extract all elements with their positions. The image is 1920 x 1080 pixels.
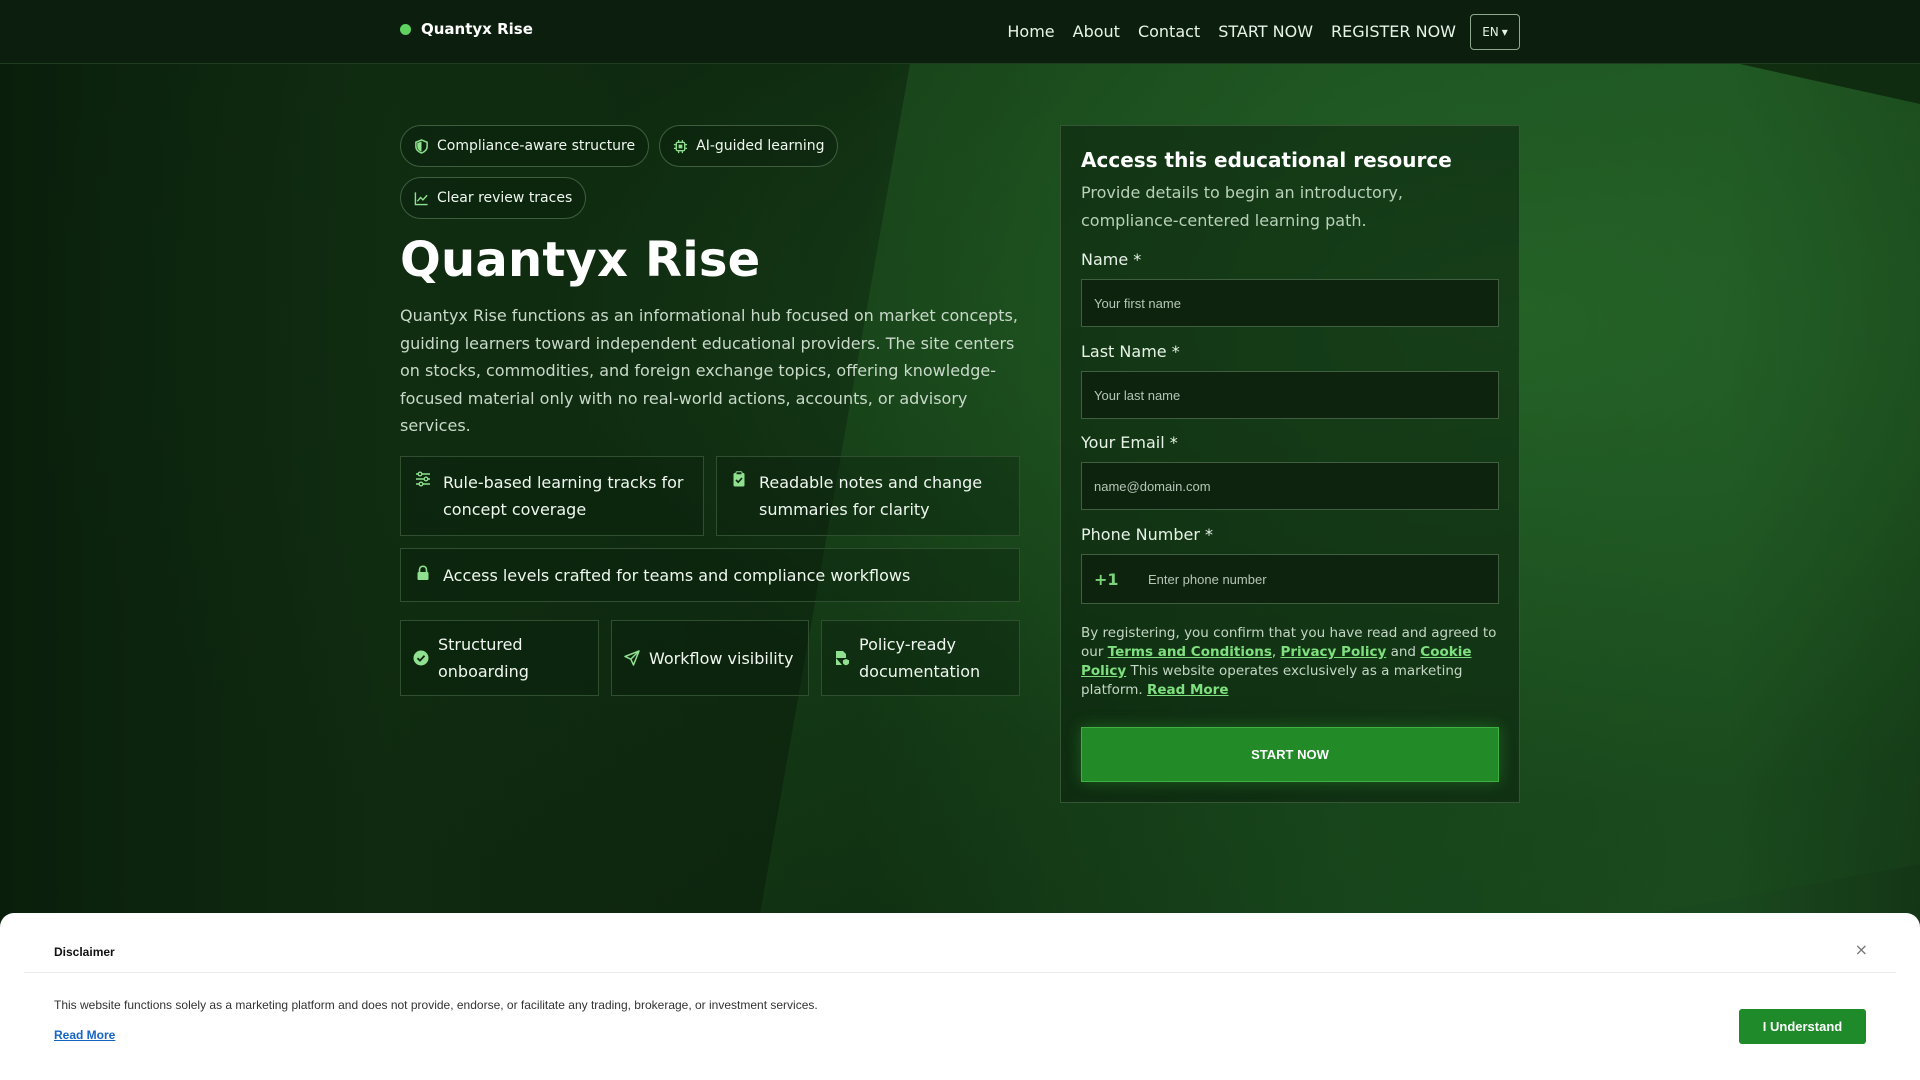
chip-ai: AI-guided learning	[659, 125, 839, 167]
caret-down-icon: ▾	[1501, 25, 1508, 39]
feature-learning-tracks: Rule-based learning tracks for concept c…	[400, 456, 704, 536]
hero-title: Quantyx Rise	[400, 232, 761, 288]
last-name-input[interactable]	[1081, 371, 1499, 419]
phone-field: +1	[1081, 554, 1499, 604]
disclaimer-read-more-link[interactable]: Read More	[54, 1028, 115, 1042]
feature-text: Structured onboarding	[438, 635, 529, 681]
nav-home[interactable]: Home	[1007, 15, 1054, 49]
nav-start-now[interactable]: START NOW	[1218, 15, 1313, 49]
disclaimer-divider	[24, 972, 1896, 973]
sliders-icon	[416, 471, 430, 487]
terms-link[interactable]: Terms and Conditions	[1108, 644, 1272, 660]
feature-readable-notes: Readable notes and change summaries for …	[716, 456, 1020, 536]
top-navigation-bar: Quantyx Rise Home About Contact START NO…	[0, 0, 1920, 64]
feature-text: Rule-based learning tracks for concept c…	[443, 473, 684, 519]
start-now-button[interactable]: START NOW	[1081, 727, 1499, 782]
chip-compliance: Compliance-aware structure	[400, 125, 650, 167]
first-name-input[interactable]	[1081, 279, 1499, 327]
first-name-label: Name *	[1081, 250, 1142, 269]
nav-about[interactable]: About	[1073, 15, 1120, 49]
brand-logo[interactable]: Quantyx Rise	[400, 20, 533, 38]
consent-text: By registering, you confirm that you hav…	[1081, 625, 1497, 698]
feature-access-levels: Access levels crafted for teams and comp…	[400, 548, 1020, 602]
form-subtitle: Provide details to begin an introductory…	[1081, 183, 1403, 230]
feature-policy-documentation: Policy-ready documentation	[821, 620, 1020, 696]
line-chart-icon	[414, 191, 428, 205]
email-label: Your Email *	[1081, 433, 1178, 452]
lock-icon	[417, 565, 429, 580]
check-circle-icon	[413, 650, 429, 666]
disclaimer-title: Disclaimer	[54, 945, 115, 959]
chip-review: Clear review traces	[400, 177, 587, 219]
phone-input[interactable]	[1148, 555, 1498, 603]
document-shield-icon	[836, 651, 850, 666]
disclaimer-banner: Disclaimer × This website functions sole…	[0, 913, 1920, 1080]
shield-icon	[415, 138, 428, 154]
registration-form: Access this educational resource Provide…	[1060, 125, 1520, 803]
chip-label: Clear review traces	[437, 190, 573, 206]
chip-label: Compliance-aware structure	[437, 138, 636, 154]
language-label: EN	[1482, 25, 1499, 39]
consent-and: and	[1390, 644, 1416, 660]
nav-contact[interactable]: Contact	[1138, 15, 1200, 49]
clipboard-check-icon	[733, 471, 745, 487]
chip-label: AI-guided learning	[696, 138, 825, 154]
main-nav: Home About Contact START NOW REGISTER NO…	[989, 14, 1520, 50]
disclaimer-text: This website functions solely as a marke…	[54, 998, 818, 1012]
language-selector[interactable]: EN ▾	[1470, 14, 1520, 50]
last-name-label: Last Name *	[1081, 342, 1180, 361]
feature-text: Workflow visibility	[649, 648, 794, 668]
brand-dot-icon	[400, 23, 411, 35]
phone-country-code[interactable]: +1	[1082, 570, 1148, 589]
nav-register-now[interactable]: REGISTER NOW	[1331, 15, 1456, 49]
feature-text: Readable notes and change summaries for …	[759, 473, 983, 519]
privacy-link[interactable]: Privacy Policy	[1280, 644, 1386, 660]
feature-text: Access levels crafted for teams and comp…	[443, 565, 911, 585]
feature-workflow-visibility: Workflow visibility	[611, 620, 809, 696]
chip-cpu-icon	[674, 139, 688, 153]
form-title: Access this educational resource	[1081, 148, 1452, 172]
brand-name: Quantyx Rise	[421, 20, 533, 38]
hero-chips: Compliance-aware structure AI-guided lea…	[400, 125, 840, 219]
close-icon[interactable]: ×	[1855, 940, 1868, 959]
hero-description: Quantyx Rise functions as an information…	[400, 306, 1018, 435]
feature-text: Policy-ready documentation	[859, 635, 981, 681]
feature-structured-onboarding: Structured onboarding	[400, 620, 599, 696]
i-understand-button[interactable]: I Understand	[1739, 1009, 1866, 1044]
send-icon	[624, 650, 640, 666]
consent-read-more-link[interactable]: Read More	[1147, 682, 1229, 698]
consent-suffix: This website operates exclusively as a m…	[1081, 663, 1463, 698]
email-input[interactable]	[1081, 462, 1499, 510]
phone-label: Phone Number *	[1081, 525, 1214, 544]
